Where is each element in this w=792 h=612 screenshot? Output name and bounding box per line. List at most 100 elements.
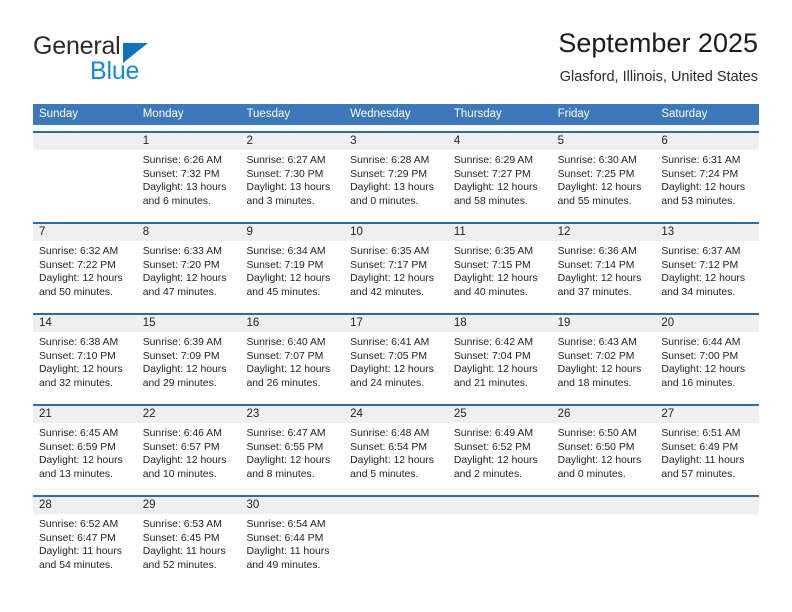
daylight-text-line2: and 0 minutes. [350,195,419,207]
daylight-text-line2: and 6 minutes. [142,195,211,207]
daylight-text-line2: and 58 minutes. [453,195,528,207]
weekday-header-thursday: Thursday [453,108,502,120]
day-cell[interactable]: Sunrise: 6:50 AM Sunset: 6:50 PM Dayligh… [552,423,656,489]
sunset-text: Sunset: 7:09 PM [142,350,220,362]
day-cell[interactable]: Sunrise: 6:37 AM Sunset: 7:12 PM Dayligh… [655,241,759,307]
location-subtitle: Glasford, Illinois, United States [559,69,758,85]
day-cell[interactable]: Sunrise: 6:54 AM Sunset: 6:44 PM Dayligh… [240,514,344,580]
day-number: 13 [661,226,675,238]
sunrise-text: Sunrise: 6:28 AM [350,155,430,166]
week-detail-row: Sunrise: 6:52 AM Sunset: 6:47 PM Dayligh… [33,514,759,580]
day-cell[interactable]: Sunrise: 6:29 AM Sunset: 7:27 PM Dayligh… [448,150,552,216]
day-cell[interactable]: Sunrise: 6:40 AM Sunset: 7:07 PM Dayligh… [240,332,344,398]
day-number: 20 [661,317,675,329]
daylight-text-line2: and 29 minutes. [142,377,217,389]
day-cell[interactable]: Sunrise: 6:28 AM Sunset: 7:29 PM Dayligh… [344,150,448,216]
daylight-text-line1: Daylight: 12 hours [557,273,642,285]
day-cell[interactable]: Sunrise: 6:31 AM Sunset: 7:24 PM Dayligh… [655,150,759,216]
day-cell[interactable]: Sunrise: 6:33 AM Sunset: 7:20 PM Dayligh… [137,241,241,307]
sunrise-text: Sunrise: 6:37 AM [661,246,741,257]
sunset-text: Sunset: 7:04 PM [453,350,531,362]
day-number: 24 [350,408,363,420]
day-cell[interactable]: Sunrise: 6:43 AM Sunset: 7:02 PM Dayligh… [552,332,656,398]
daylight-text-line2: and 53 minutes. [661,195,736,207]
day-cell[interactable]: Sunrise: 6:53 AM Sunset: 6:45 PM Dayligh… [137,514,241,580]
daylight-text-line2: and 42 minutes. [350,286,425,298]
day-cell[interactable]: Sunrise: 6:34 AM Sunset: 7:19 PM Dayligh… [240,241,344,307]
day-cell[interactable]: Sunrise: 6:52 AM Sunset: 6:47 PM Dayligh… [33,514,137,580]
day-cell[interactable]: Sunrise: 6:32 AM Sunset: 7:22 PM Dayligh… [33,241,137,307]
sunrise-text: Sunrise: 6:30 AM [557,155,637,166]
week-row: 21 22 23 24 25 26 27 Sunrise: 6:45 AM Su… [33,404,759,489]
daylight-text-line1: Daylight: 12 hours [39,364,123,376]
day-number: 18 [453,317,467,329]
day-number [33,133,137,150]
weekday-header-sunday: Sunday [39,108,79,120]
daylight-text-line1: Daylight: 12 hours [557,364,642,376]
day-number: 10 [350,226,363,238]
day-number: 28 [39,499,52,511]
calendar-page: General Blue September 2025 Glasford, Il… [0,0,792,612]
day-cell[interactable]: Sunrise: 6:47 AM Sunset: 6:55 PM Dayligh… [240,423,344,489]
sunrise-text: Sunrise: 6:35 AM [453,246,534,257]
day-cell[interactable]: Sunrise: 6:27 AM Sunset: 7:30 PM Dayligh… [240,150,344,216]
daylight-text-line1: Daylight: 12 hours [142,364,227,376]
day-cell[interactable]: Sunrise: 6:46 AM Sunset: 6:57 PM Dayligh… [137,423,241,489]
daylight-text-line1: Daylight: 12 hours [557,455,642,467]
weekday-header-tuesday: Tuesday [246,108,291,120]
day-number: 9 [246,226,253,238]
sunset-text: Sunset: 7:22 PM [39,259,116,271]
sunrise-text: Sunrise: 6:50 AM [557,428,637,439]
day-cell[interactable]: Sunrise: 6:38 AM Sunset: 7:10 PM Dayligh… [33,332,137,398]
sunset-text: Sunset: 6:59 PM [39,441,116,453]
sunrise-text: Sunrise: 6:31 AM [661,155,741,166]
day-cell[interactable]: Sunrise: 6:51 AM Sunset: 6:49 PM Dayligh… [655,423,759,489]
sunrise-text: Sunrise: 6:42 AM [453,337,534,348]
day-cell[interactable]: Sunrise: 6:36 AM Sunset: 7:14 PM Dayligh… [552,241,656,307]
day-cell[interactable]: Sunrise: 6:44 AM Sunset: 7:00 PM Dayligh… [655,332,759,398]
day-cell[interactable] [552,514,656,580]
daylight-text-line1: Daylight: 12 hours [39,273,123,285]
daylight-text-line1: Daylight: 13 hours [350,182,434,194]
day-number: 15 [142,317,156,329]
daylight-text-line2: and 57 minutes. [661,468,736,480]
sunset-text: Sunset: 7:32 PM [142,168,220,180]
day-cell[interactable]: Sunrise: 6:30 AM Sunset: 7:25 PM Dayligh… [552,150,656,216]
day-number: 6 [661,135,668,147]
daylight-text-line2: and 34 minutes. [661,286,736,298]
day-cell[interactable]: Sunrise: 6:41 AM Sunset: 7:05 PM Dayligh… [344,332,448,398]
weekday-header-monday: Monday [142,108,184,120]
daylight-text-line1: Daylight: 12 hours [142,455,227,467]
week-date-number-band: 21 22 23 24 25 26 27 [33,406,759,423]
day-cell[interactable] [33,150,137,216]
day-cell[interactable]: Sunrise: 6:42 AM Sunset: 7:04 PM Dayligh… [448,332,552,398]
daylight-text-line1: Daylight: 11 hours [142,546,226,558]
day-cell[interactable] [655,514,759,580]
sunset-text: Sunset: 7:24 PM [661,168,739,180]
day-number: 17 [350,317,363,329]
week-detail-row: Sunrise: 6:32 AM Sunset: 7:22 PM Dayligh… [33,241,759,307]
calendar-table: Sunday Monday Tuesday Wednesday Thursday… [33,104,759,580]
week-detail-row: Sunrise: 6:45 AM Sunset: 6:59 PM Dayligh… [33,423,759,489]
daylight-text-line2: and 10 minutes. [142,468,217,480]
day-cell[interactable]: Sunrise: 6:39 AM Sunset: 7:09 PM Dayligh… [137,332,241,398]
day-cell[interactable]: Sunrise: 6:35 AM Sunset: 7:17 PM Dayligh… [344,241,448,307]
week-date-number-band: 7 8 9 10 11 12 13 [33,224,759,241]
sunset-text: Sunset: 7:29 PM [350,168,427,180]
daylight-text-line2: and 45 minutes. [246,286,321,298]
day-cell[interactable] [448,514,552,580]
day-cell[interactable]: Sunrise: 6:26 AM Sunset: 7:32 PM Dayligh… [137,150,241,216]
day-cell[interactable]: Sunrise: 6:35 AM Sunset: 7:15 PM Dayligh… [448,241,552,307]
day-cell[interactable]: Sunrise: 6:48 AM Sunset: 6:54 PM Dayligh… [344,423,448,489]
daylight-text-line2: and 40 minutes. [453,286,528,298]
sunrise-text: Sunrise: 6:46 AM [142,428,222,439]
day-number: 30 [246,499,260,511]
day-cell[interactable] [344,514,448,580]
day-cell[interactable]: Sunrise: 6:49 AM Sunset: 6:52 PM Dayligh… [448,423,552,489]
sunset-text: Sunset: 6:55 PM [246,441,324,453]
daylight-text-line1: Daylight: 12 hours [350,455,434,467]
sunrise-text: Sunrise: 6:49 AM [453,428,534,439]
day-number: 23 [246,408,260,420]
day-cell[interactable]: Sunrise: 6:45 AM Sunset: 6:59 PM Dayligh… [33,423,137,489]
brand-logo[interactable]: General Blue [33,32,273,88]
